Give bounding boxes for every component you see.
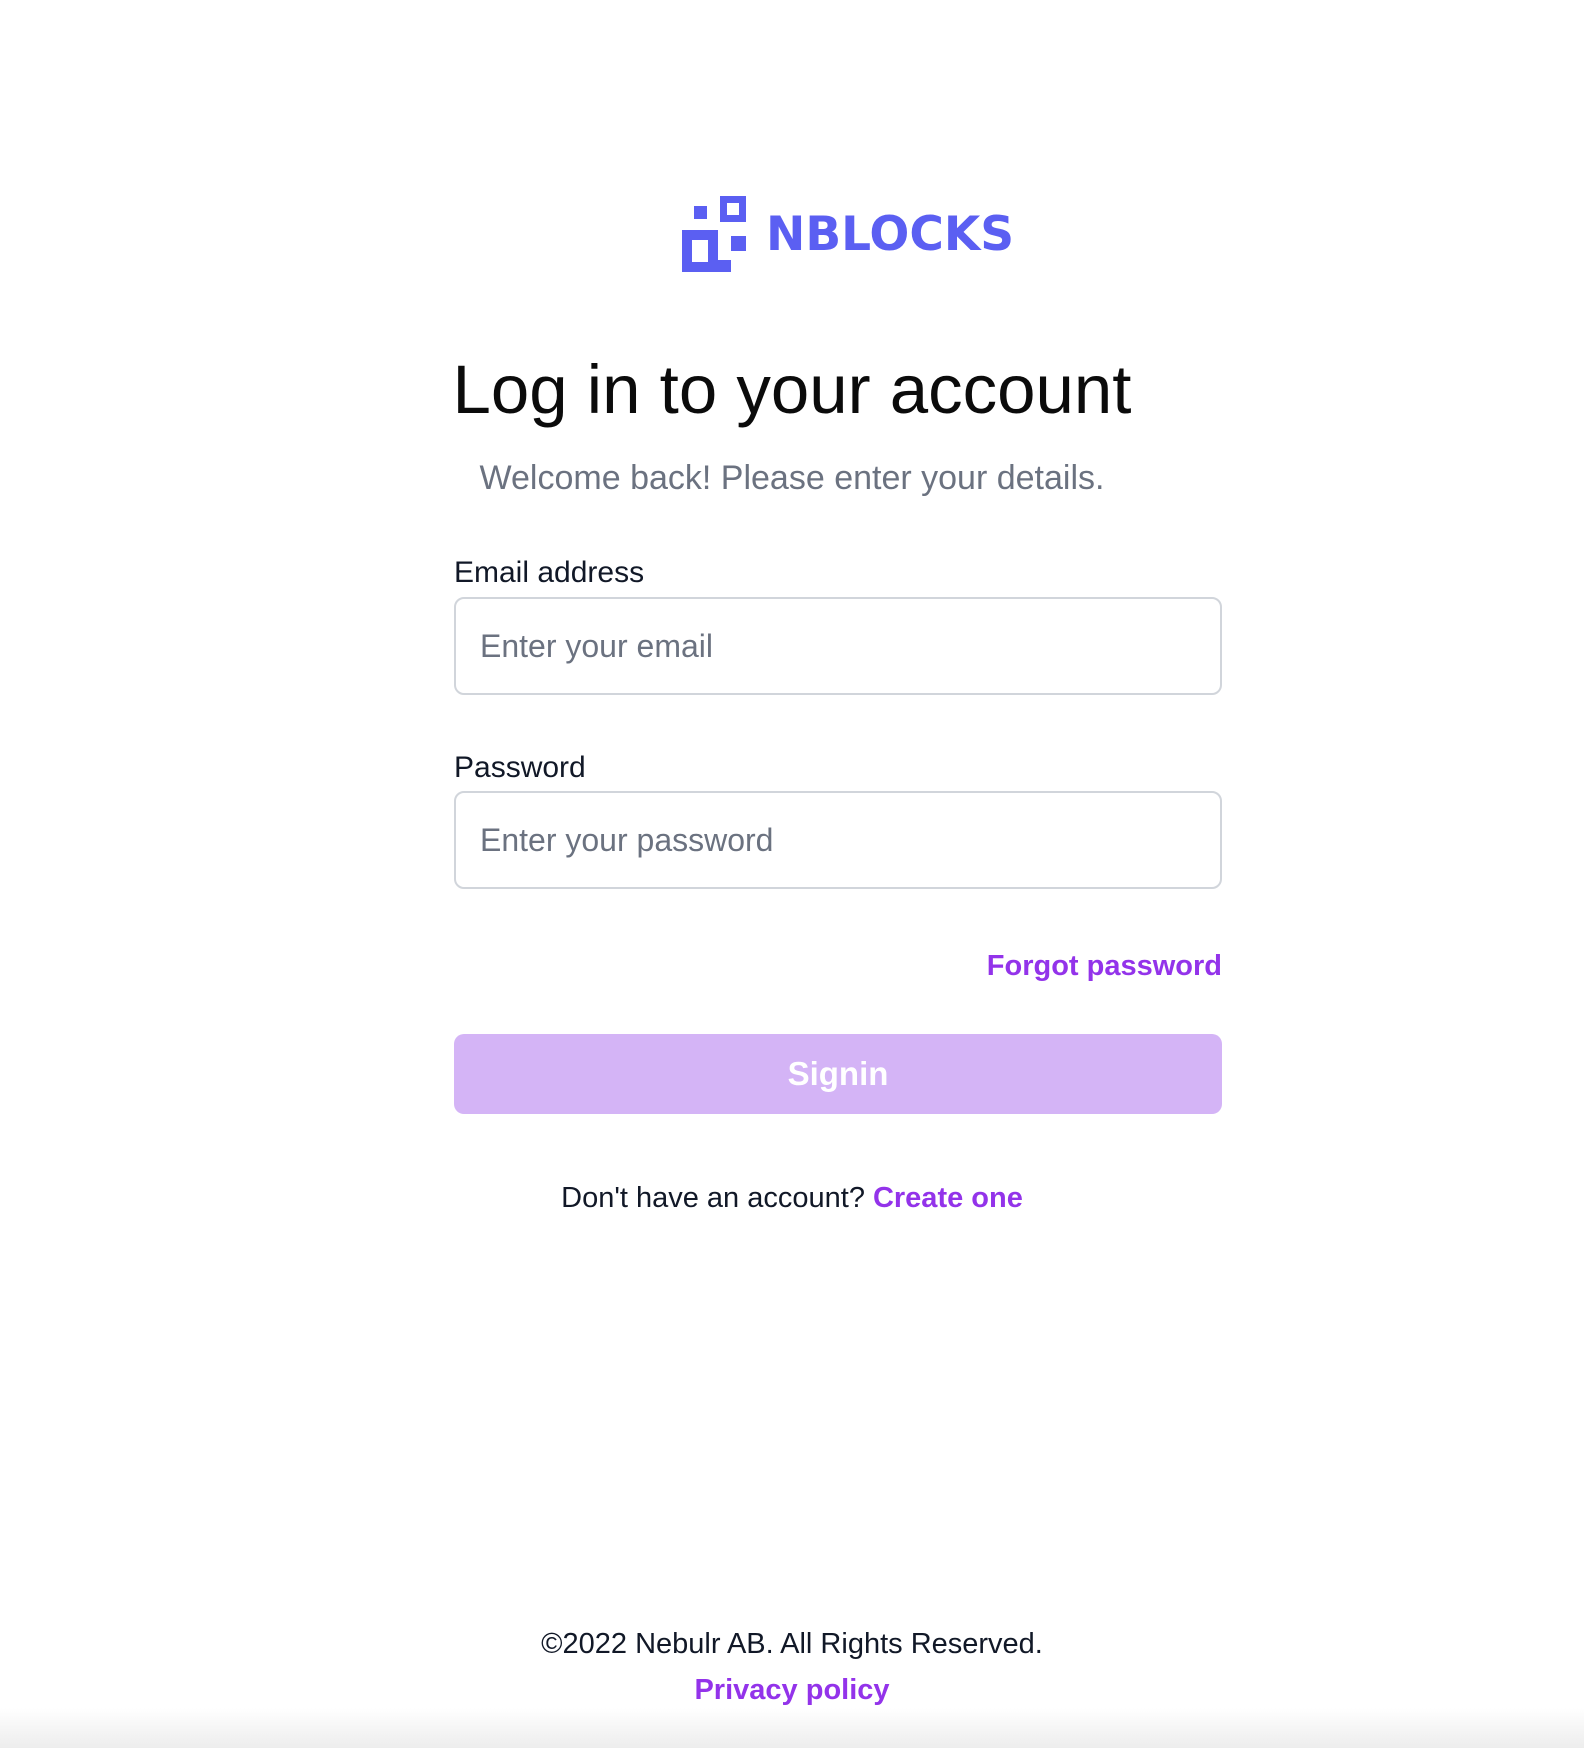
page-subtitle: Welcome back! Please enter your details. <box>479 459 1105 497</box>
brand-logo: NBLOCKS <box>682 196 1014 272</box>
brand-name: NBLOCKS <box>766 206 1015 262</box>
password-field[interactable] <box>454 791 1222 889</box>
privacy-policy-link[interactable]: Privacy policy <box>694 1674 889 1706</box>
footer-privacy-row: Privacy policy <box>0 1670 1584 1710</box>
password-label: Password <box>454 751 586 784</box>
email-label: Email address <box>454 556 645 589</box>
bottom-fade <box>0 1708 1584 1748</box>
page-title: Log in to your account <box>452 351 1132 428</box>
forgot-password-link[interactable]: Forgot password <box>987 946 1222 986</box>
signin-button[interactable]: Signin <box>454 1034 1222 1114</box>
footer-copyright: ©2022 Nebulr AB. All Rights Reserved. <box>541 1628 1043 1660</box>
signup-prompt-text: Don't have an account? <box>561 1182 865 1214</box>
create-account-link[interactable]: Create one <box>873 1182 1023 1214</box>
signup-prompt-row: Don't have an account? Create one <box>0 1178 1584 1218</box>
email-field[interactable] <box>454 597 1222 695</box>
blocks-logo-icon <box>682 196 746 272</box>
